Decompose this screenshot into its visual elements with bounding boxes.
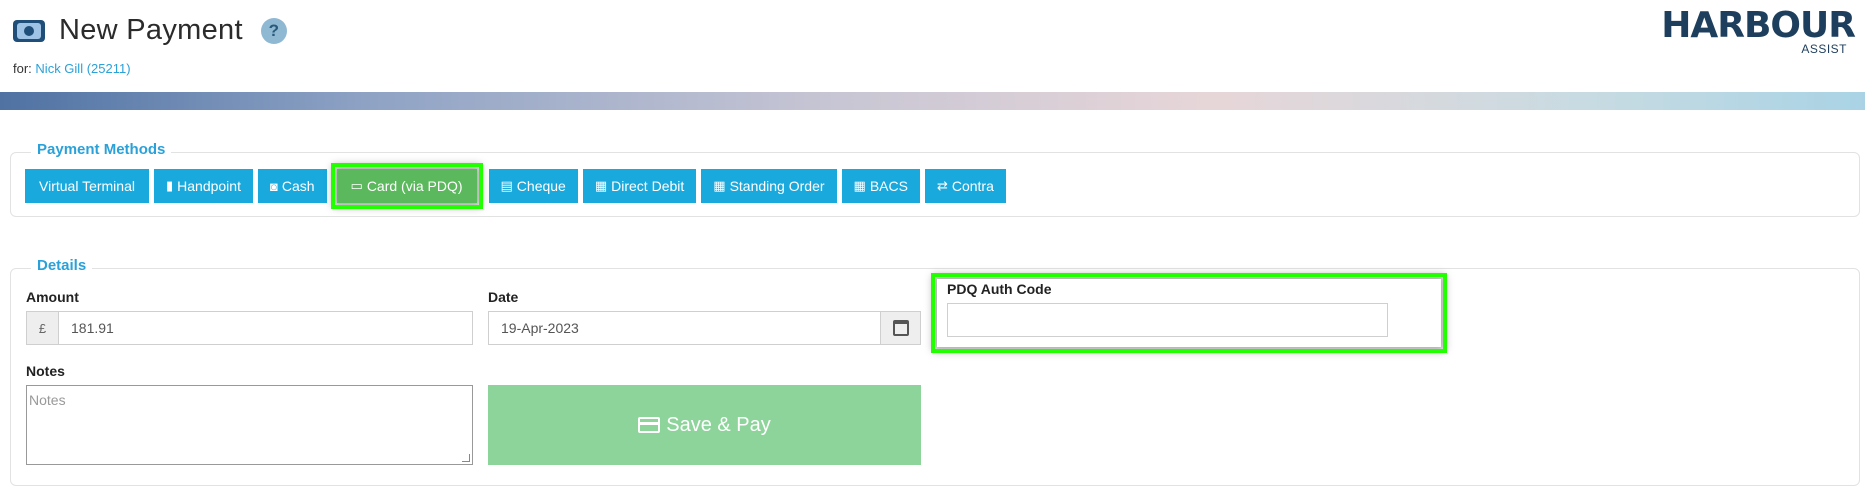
notes-textarea[interactable]: Notes — [26, 385, 473, 465]
amount-label: Amount — [26, 289, 79, 305]
payment-method-buttons: Virtual Terminal ▮ Handpoint ◙ Cash ▭ Ca… — [25, 163, 1011, 209]
method-virtual-terminal-button[interactable]: Virtual Terminal — [25, 169, 149, 203]
method-label: Virtual Terminal — [39, 178, 135, 194]
help-icon[interactable]: ? — [260, 17, 287, 44]
calendar-icon — [892, 320, 909, 336]
mobile-icon: ▮ — [165, 178, 174, 193]
money-icon — [13, 19, 45, 42]
method-cheque-button[interactable]: ▤ Cheque — [488, 169, 578, 203]
details-panel: Details Amount £ 181.91 Date 19-Apr-2023… — [10, 257, 1860, 486]
notes-placeholder: Notes — [29, 392, 66, 408]
method-label: Card (via PDQ) — [366, 178, 463, 194]
cash-icon: ◙ — [269, 178, 278, 194]
calendar-icon: ▦ — [853, 178, 866, 193]
resize-grip-icon[interactable] — [462, 454, 470, 462]
date-field[interactable]: 19-Apr-2023 — [488, 311, 921, 345]
method-label: Handpoint — [177, 178, 241, 194]
method-standing-order-button[interactable]: ▦ Standing Order — [701, 169, 837, 203]
header-banner — [0, 92, 1865, 110]
credit-card-icon — [638, 417, 661, 433]
method-label: Contra — [951, 178, 994, 194]
title-row: New Payment ? — [13, 14, 287, 47]
pdq-auth-field[interactable] — [947, 303, 1388, 337]
notes-label: Notes — [26, 363, 65, 379]
credit-card-icon: ▭ — [350, 178, 363, 193]
method-handpoint-button[interactable]: ▮ Handpoint — [153, 169, 253, 203]
calendar-icon: ▦ — [713, 178, 726, 193]
logo-main: HARBOUR — [1661, 5, 1856, 46]
method-bacs-button[interactable]: ▦ BACS — [841, 169, 920, 203]
harbour-assist-logo: HARBOUR ASSIST — [1661, 5, 1856, 57]
cheque-icon: ▤ — [500, 178, 513, 193]
method-contra-button[interactable]: ⇄ Contra — [924, 169, 1006, 203]
pdq-auth-label: PDQ Auth Code — [947, 281, 1052, 297]
method-label: BACS — [869, 178, 908, 194]
method-label: Standing Order — [729, 178, 825, 194]
calendar-button[interactable] — [880, 312, 920, 344]
save-label: Save & Pay — [666, 413, 771, 436]
pdq-auth-input[interactable] — [948, 304, 1387, 336]
method-label: Cash — [281, 178, 315, 194]
method-label: Direct Debit — [611, 178, 685, 194]
save-and-pay-button[interactable]: Save & Pay — [488, 385, 921, 465]
method-direct-debit-button[interactable]: ▦ Direct Debit — [582, 169, 697, 203]
method-label: Cheque — [516, 178, 566, 194]
customer-link[interactable]: Nick Gill (25211) — [35, 61, 130, 76]
page-title: New Payment — [59, 14, 243, 46]
for-line: for: Nick Gill (25211) — [13, 61, 131, 76]
payment-methods-panel: Payment Methods Virtual Terminal ▮ Handp… — [10, 141, 1860, 217]
header: New Payment ? for: Nick Gill (25211) HAR… — [0, 0, 1865, 90]
amount-field[interactable]: £ 181.91 — [26, 311, 473, 345]
method-cash-button[interactable]: ◙ Cash — [257, 169, 327, 203]
date-input[interactable]: 19-Apr-2023 — [489, 312, 880, 344]
payment-methods-legend: Payment Methods — [31, 141, 172, 158]
method-card-pdq-button[interactable]: ▭ Card (via PDQ) — [330, 163, 483, 209]
calendar-icon: ▦ — [594, 178, 608, 193]
currency-addon: £ — [27, 312, 59, 344]
details-legend: Details — [31, 257, 93, 274]
date-label: Date — [488, 289, 519, 305]
pdq-auth-section: PDQ Auth Code — [931, 273, 1447, 353]
amount-input[interactable]: 181.91 — [59, 312, 472, 344]
exchange-icon: ⇄ — [936, 178, 948, 193]
for-prefix: for: — [13, 61, 32, 76]
